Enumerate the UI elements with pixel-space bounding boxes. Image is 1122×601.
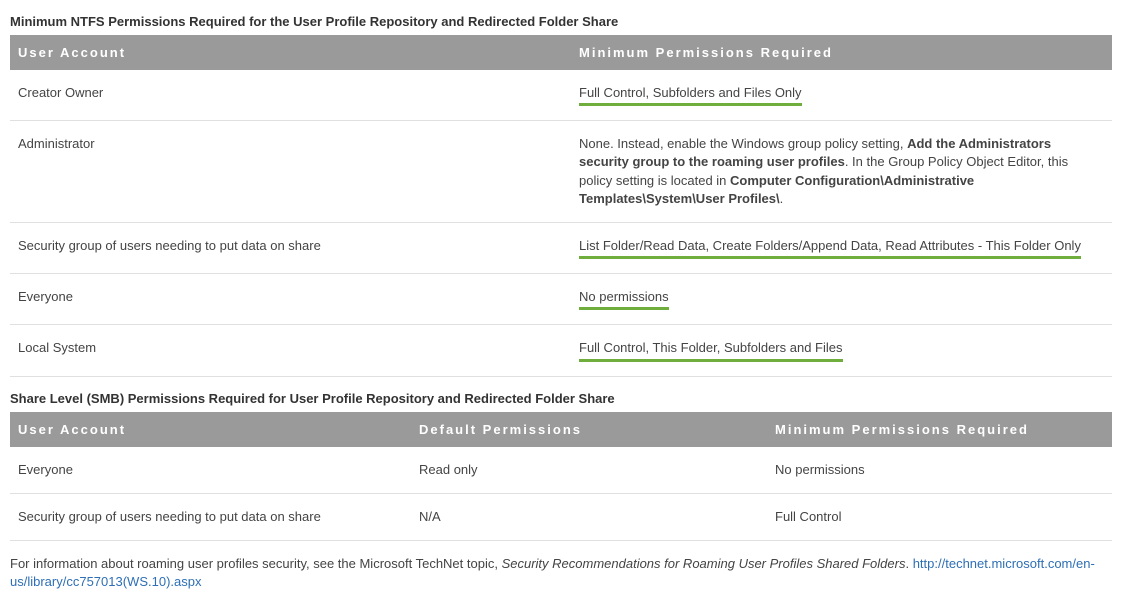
cell-account: Everyone: [10, 274, 571, 325]
ntfs-header-account: User Account: [10, 35, 571, 70]
footer-note: For information about roaming user profi…: [10, 555, 1112, 591]
cell-perm: No permissions: [571, 274, 1112, 325]
ntfs-header-perms: Minimum Permissions Required: [571, 35, 1112, 70]
smb-section-title: Share Level (SMB) Permissions Required f…: [10, 391, 1112, 406]
cell: No permissions: [767, 447, 1112, 494]
smb-permissions-table: User Account Default Permissions Minimum…: [10, 412, 1112, 541]
table-row: Creator Owner Full Control, Subfolders a…: [10, 70, 1112, 121]
cell: Everyone: [10, 447, 411, 494]
cell-account: Administrator: [10, 121, 571, 223]
cell-perm: Full Control, Subfolders and Files Only: [571, 70, 1112, 121]
cell: Security group of users needing to put d…: [10, 493, 411, 540]
cell-perm: None. Instead, enable the Windows group …: [571, 121, 1112, 223]
cell-perm: Full Control, This Folder, Subfolders an…: [571, 325, 1112, 376]
smb-header-account: User Account: [10, 412, 411, 447]
table-row: Everyone No permissions: [10, 274, 1112, 325]
cell: Read only: [411, 447, 767, 494]
cell-perm: List Folder/Read Data, Create Folders/Ap…: [571, 222, 1112, 273]
cell-account: Security group of users needing to put d…: [10, 222, 571, 273]
smb-header-minperms: Minimum Permissions Required: [767, 412, 1112, 447]
table-row: Local System Full Control, This Folder, …: [10, 325, 1112, 376]
cell-account: Local System: [10, 325, 571, 376]
cell: N/A: [411, 493, 767, 540]
ntfs-section-title: Minimum NTFS Permissions Required for th…: [10, 14, 1112, 29]
cell-account: Creator Owner: [10, 70, 571, 121]
table-row: Security group of users needing to put d…: [10, 493, 1112, 540]
table-row: Everyone Read only No permissions: [10, 447, 1112, 494]
table-row: Administrator None. Instead, enable the …: [10, 121, 1112, 223]
cell: Full Control: [767, 493, 1112, 540]
ntfs-permissions-table: User Account Minimum Permissions Require…: [10, 35, 1112, 377]
table-row: Security group of users needing to put d…: [10, 222, 1112, 273]
smb-header-default: Default Permissions: [411, 412, 767, 447]
